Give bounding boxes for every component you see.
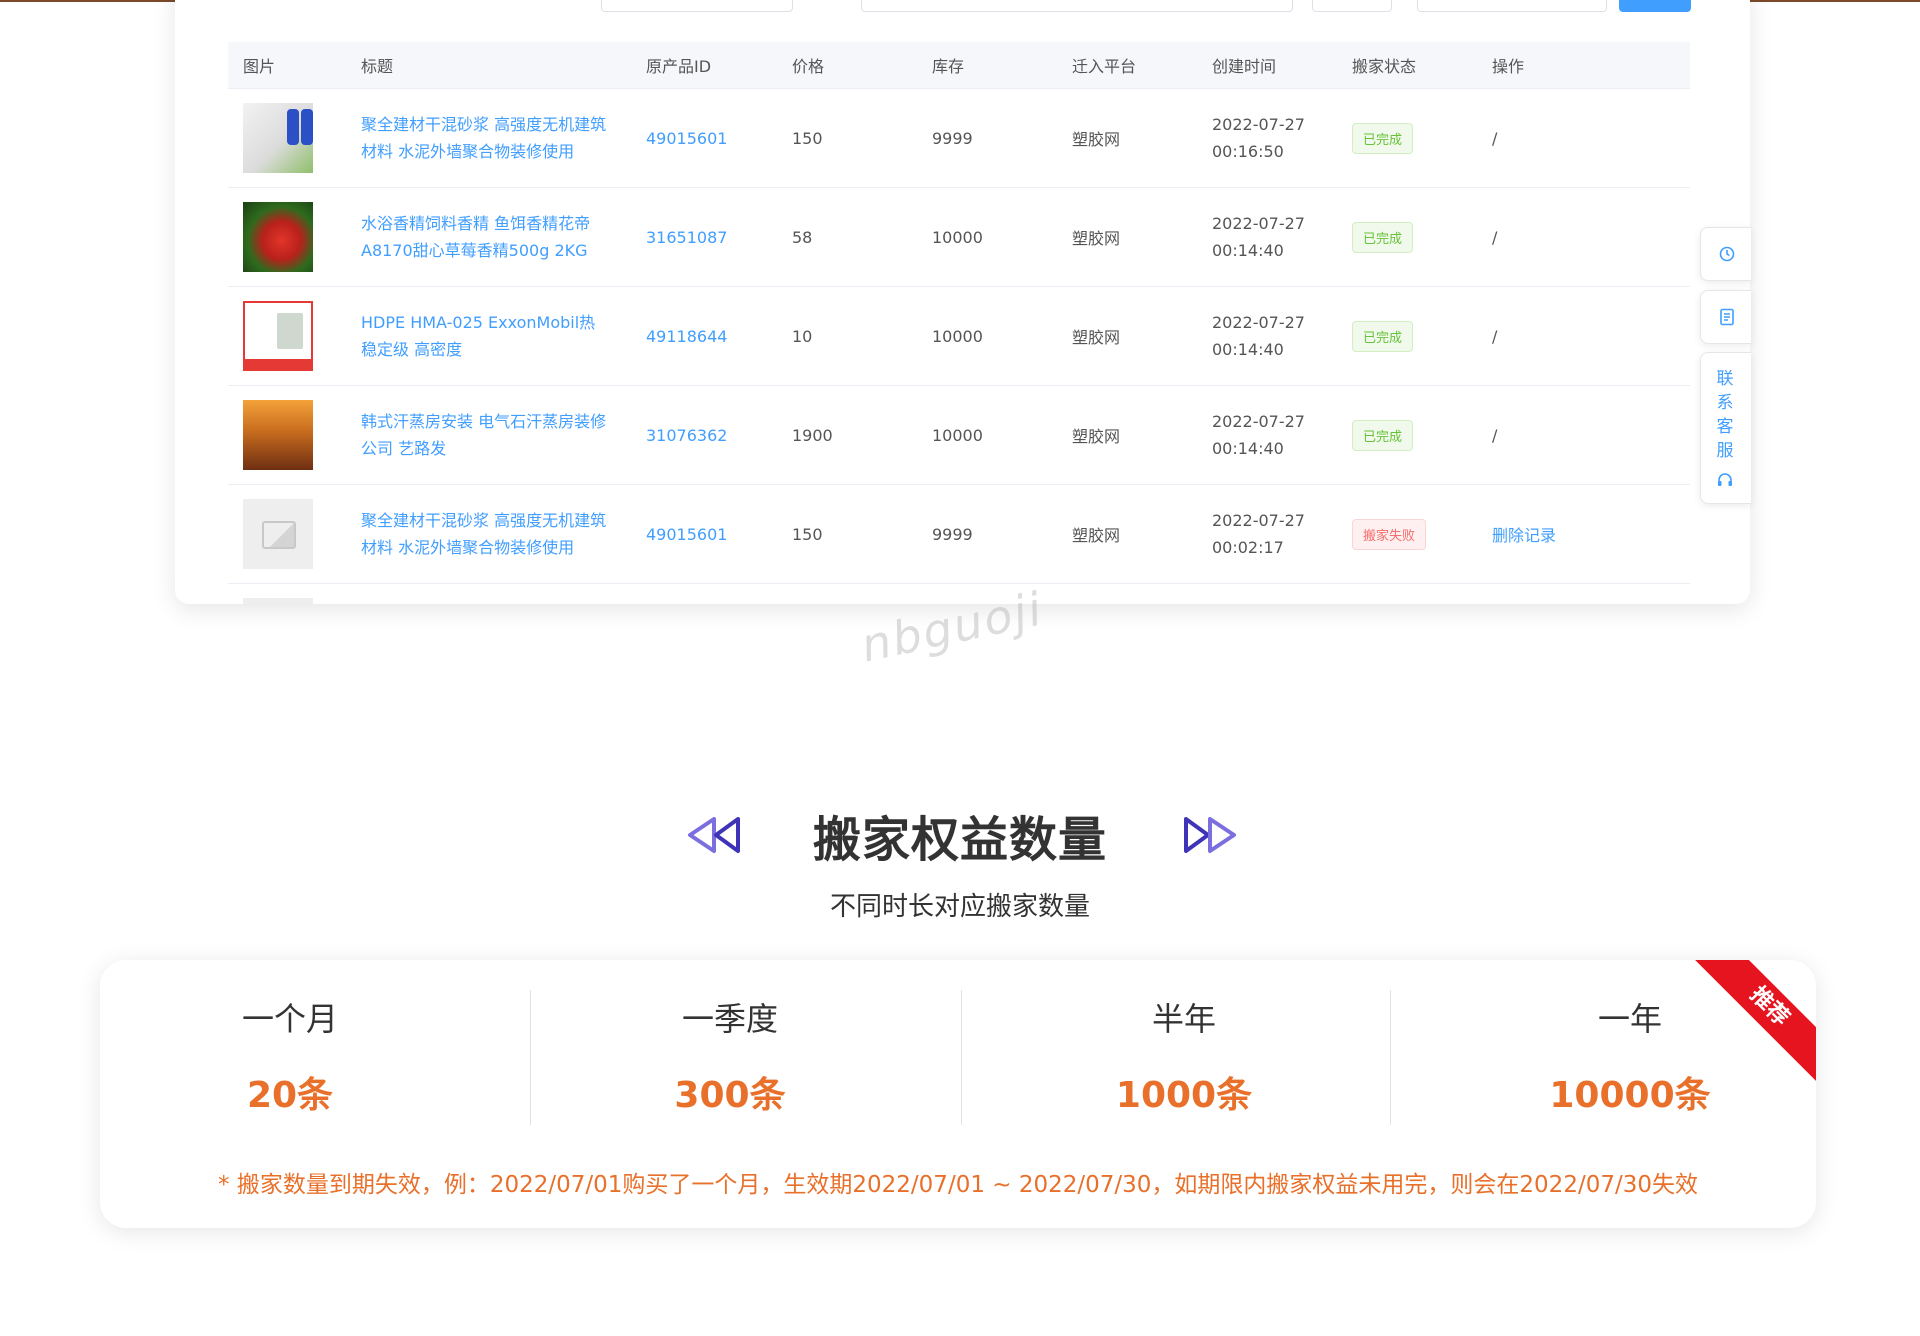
plan-name: 一季度 — [681, 1000, 778, 1038]
source-id-link[interactable]: 31076362 — [631, 385, 777, 485]
action-cell: / — [1477, 88, 1690, 188]
col-header-image: 图片 — [228, 42, 346, 89]
status-badge: 已完成 — [1352, 419, 1414, 451]
product-thumbnail — [243, 202, 313, 272]
image-placeholder-icon — [243, 598, 313, 604]
plan-divider — [961, 990, 962, 1125]
col-header-status: 搬家状态 — [1337, 42, 1477, 89]
float-clock-button[interactable] — [1700, 227, 1751, 281]
plan-half-year: 半年 1000条 — [1054, 990, 1314, 1125]
stock-cell: 10000 — [917, 286, 1057, 386]
stock-cell: 9999 — [917, 484, 1057, 584]
col-header-platform: 迁入平台 — [1057, 42, 1197, 89]
product-title-link[interactable]: HDPE HMA-025 ExxonMobil热稳定级 高密度 — [346, 286, 631, 386]
filter-input[interactable] — [1417, 0, 1607, 12]
platform-cell: 塑胶网 — [1057, 385, 1197, 485]
migration-records-card: 图片 标题 原产品ID 价格 库存 迁入平台 创建时间 搬家状态 操作 聚全建材… — [175, 0, 1750, 604]
price-cell: 10 — [777, 286, 917, 386]
plan-count: 20条 — [246, 1075, 334, 1116]
table-row: 聚全建材干混砂浆 高强度无机建筑材料 水泥外墙聚合物装修使用 49015601 … — [228, 484, 1690, 584]
platform-cell: 塑胶网 — [1057, 286, 1197, 386]
product-title-link[interactable]: 聚全建材干混砂浆 高强度无机建筑材料 水泥外墙聚合物装修使用 — [346, 484, 631, 584]
document-icon — [1720, 308, 1734, 326]
table-row: HDPE HMA-025 ExxonMobil热稳定级 高密度 49118644… — [228, 286, 1690, 386]
customer-service-label: 联 系 客 服 — [1716, 369, 1734, 461]
action-cell: / — [1477, 286, 1690, 386]
plan-name: 一年 — [1597, 1000, 1662, 1038]
created-time-cell: 2022-07-27 00:02:17 — [1197, 484, 1337, 584]
table-row: 韩式汗蒸房安装 电气石汗蒸房装修公司 艺路发 31076362 1900 100… — [228, 385, 1690, 485]
delete-record-link[interactable]: 删除记录 — [1492, 526, 1556, 545]
created-time-cell: 2022-07-27 00:14:40 — [1197, 385, 1337, 485]
plan-count: 10000条 — [1549, 1075, 1711, 1116]
stock-cell: 9999 — [917, 88, 1057, 188]
filter-select-1[interactable] — [601, 0, 793, 12]
price-cell: 150 — [777, 484, 917, 584]
table-header-row: 图片 标题 原产品ID 价格 库存 迁入平台 创建时间 搬家状态 操作 — [228, 42, 1690, 89]
source-id-link[interactable]: 49015601 — [631, 484, 777, 584]
source-id-link[interactable]: 49015601 — [631, 88, 777, 188]
search-button[interactable] — [1619, 0, 1691, 12]
col-header-source-id: 原产品ID — [631, 42, 777, 89]
platform-cell: 塑胶网 — [1057, 187, 1197, 287]
action-cell: / — [1477, 385, 1690, 485]
float-document-button[interactable] — [1700, 290, 1751, 344]
filter-select-2[interactable] — [1312, 0, 1392, 12]
price-cell: 58 — [777, 187, 917, 287]
created-time-cell: 2022-07-27 00:14:40 — [1197, 187, 1337, 287]
plan-quarter: 一季度 300条 — [620, 990, 840, 1125]
product-thumbnail — [243, 103, 313, 173]
created-time-cell: 2022-07-27 00:14:40 — [1197, 286, 1337, 386]
platform-cell: 塑胶网 — [1057, 484, 1197, 584]
plan-divider — [1390, 990, 1391, 1125]
col-header-price: 价格 — [777, 42, 917, 89]
filter-date-range[interactable] — [861, 0, 1293, 12]
source-id-link[interactable]: 31651087 — [631, 187, 777, 287]
section-title: 搬家权益数量 — [812, 812, 1107, 868]
plan-count: 1000条 — [1115, 1075, 1253, 1116]
plan-divider — [530, 990, 531, 1125]
platform-cell: 塑胶网 — [1057, 88, 1197, 188]
stock-cell: 10000 — [917, 385, 1057, 485]
headset-icon — [1718, 473, 1732, 486]
col-header-action: 操作 — [1477, 42, 1690, 89]
table-row: 水浴香精饲料香精 鱼饵香精花帝A8170甜心草莓香精500g 2KG 31651… — [228, 187, 1690, 287]
product-title-link[interactable]: 水浴香精饲料香精 鱼饵香精花帝A8170甜心草莓香精500g 2KG — [346, 187, 631, 287]
records-table: 图片 标题 原产品ID 价格 库存 迁入平台 创建时间 搬家状态 操作 聚全建材… — [228, 42, 1690, 604]
customer-service-button[interactable]: 联 系 客 服 — [1700, 352, 1751, 504]
created-time-cell: 2022-07-27 00:16:50 — [1197, 88, 1337, 188]
expiry-note: * 搬家数量到期失效，例：2022/07/01购买了一个月，生效期2022/07… — [218, 1172, 1698, 1198]
stock-cell: 10000 — [917, 187, 1057, 287]
action-cell: / — [1477, 187, 1690, 287]
col-header-stock: 库存 — [917, 42, 1057, 89]
col-header-created: 创建时间 — [1197, 42, 1337, 89]
clock-icon — [1719, 246, 1735, 262]
plan-quota-card: 一个月 20条 一季度 300条 半年 1000条 一年 10000条 推荐 *… — [100, 960, 1816, 1228]
plan-name: 一个月 — [241, 1000, 338, 1038]
plan-count: 300条 — [674, 1075, 786, 1116]
plan-name: 半年 — [1151, 1000, 1216, 1038]
plan-month: 一个月 20条 — [180, 990, 400, 1125]
status-badge: 搬家失败 — [1352, 518, 1427, 550]
price-cell: 150 — [777, 88, 917, 188]
price-cell: 1900 — [777, 385, 917, 485]
product-title-link[interactable]: 韩式汗蒸房安装 电气石汗蒸房装修公司 艺路发 — [346, 385, 631, 485]
status-badge: 已完成 — [1352, 320, 1414, 352]
product-thumbnail — [243, 301, 313, 371]
status-badge: 已完成 — [1352, 122, 1414, 154]
product-thumbnail — [243, 400, 313, 470]
section-subtitle: 不同时长对应搬家数量 — [829, 892, 1090, 922]
source-id-link[interactable]: 49118644 — [631, 286, 777, 386]
status-badge: 已完成 — [1352, 221, 1414, 253]
table-row: 聚全建材干混砂浆 高强度无机建筑材料 水泥外墙聚合物装修使用 49015601 … — [228, 88, 1690, 188]
product-title-link[interactable]: 聚全建材干混砂浆 高强度无机建筑材料 水泥外墙聚合物装修使用 — [346, 88, 631, 188]
image-placeholder-icon — [243, 499, 313, 569]
filter-bar — [175, 0, 1750, 12]
col-header-title: 标题 — [346, 42, 631, 89]
double-arrow-right-icon — [1184, 817, 1236, 853]
plan-year: 一年 10000条 — [1485, 990, 1775, 1125]
